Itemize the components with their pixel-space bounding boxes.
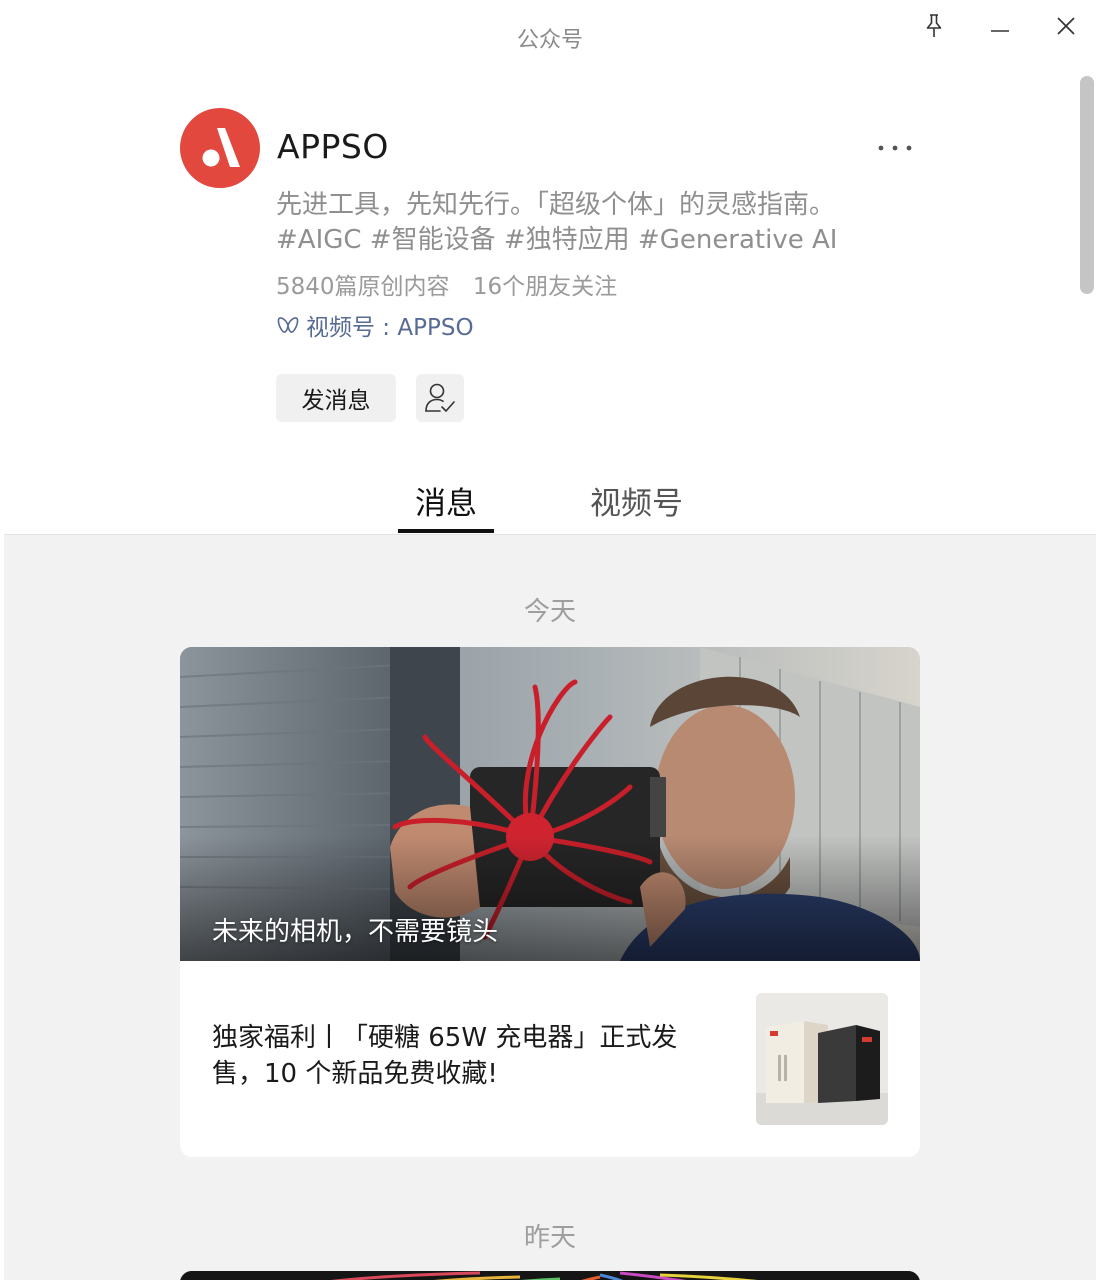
close-icon: [1057, 17, 1075, 35]
tab-messages[interactable]: 消息: [398, 478, 494, 523]
channels-link[interactable]: 视频号 : APPSO: [276, 308, 474, 342]
article-card-partial[interactable]: [180, 1271, 920, 1280]
more-dots-icon: [878, 145, 912, 151]
channels-link-label: 视频号 : APPSO: [306, 315, 474, 341]
send-message-button[interactable]: 发消息: [276, 374, 396, 422]
close-button[interactable]: [1046, 8, 1086, 44]
sub-article[interactable]: 独家福利丨「硬糖 65W 充电器」正式发售，10 个新品免费收藏!: [180, 961, 920, 1157]
active-tab-indicator: [398, 529, 494, 533]
account-name: APPSO: [277, 127, 389, 166]
message-feed[interactable]: 今天 未来的相机，不需要镜头 独家福利丨「硬糖 65W 充电器」正式发售，10 …: [4, 534, 1096, 1280]
charger-product-image: [756, 993, 888, 1125]
tab-channels[interactable]: 视频号: [590, 478, 683, 523]
minimize-icon: [991, 30, 1009, 32]
person-check-icon: [425, 383, 455, 412]
main-article[interactable]: 未来的相机，不需要镜头: [180, 647, 920, 961]
content-tabs: 消息 视频号: [0, 478, 1100, 534]
account-avatar[interactable]: [180, 108, 260, 188]
article-cover-image: [180, 1271, 920, 1280]
appso-logo-icon: [202, 128, 240, 167]
date-separator: 昨天: [523, 1223, 576, 1253]
pin-button[interactable]: [914, 8, 954, 44]
channels-butterfly-icon: [277, 317, 299, 333]
article-card: 未来的相机，不需要镜头 独家福利丨「硬糖 65W 充电器」正式发售，10 个新品…: [180, 647, 920, 1157]
main-article-title: 未来的相机，不需要镜头: [212, 917, 499, 947]
scrollbar[interactable]: [1078, 74, 1096, 298]
original-count: 5840篇原创内容: [276, 274, 450, 300]
account-description: 先进工具，先知先行。「超级个体」的灵感指南。 #AIGC #智能设备 #独特应用…: [276, 190, 838, 255]
more-options-button[interactable]: [870, 130, 920, 166]
title-bar: 公众号: [0, 0, 1100, 72]
sub-article-title: 独家福利丨「硬糖 65W 充电器」正式发售，10 个新品免费收藏!: [212, 1023, 678, 1089]
pin-icon: [926, 14, 942, 37]
scrollbar-thumb[interactable]: [1080, 76, 1094, 294]
account-stats: 5840篇原创内容 16个朋友关注: [276, 267, 617, 301]
date-separator: 今天: [523, 597, 576, 627]
official-account-window: 公众号 APPSO 先进工具，先知先行。「超级个体」的灵感指南。 #AIGC #…: [0, 0, 1100, 1280]
sub-article-thumbnail: [756, 993, 888, 1125]
friends-following: 16个朋友关注: [472, 274, 618, 300]
follow-button[interactable]: [416, 374, 464, 422]
minimize-button[interactable]: [980, 8, 1020, 44]
